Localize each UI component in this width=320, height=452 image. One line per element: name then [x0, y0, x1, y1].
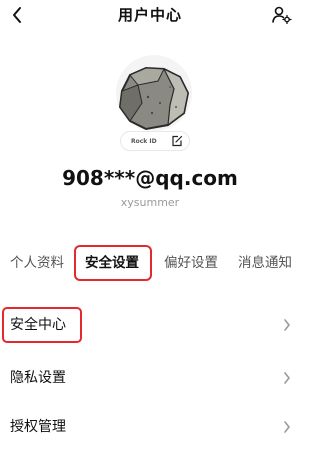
active-tab-highlight: [74, 245, 152, 281]
tab-profile[interactable]: 个人资料: [10, 248, 64, 278]
row-authorization-management[interactable]: 授权管理: [0, 402, 300, 452]
edit-icon[interactable]: [171, 135, 183, 147]
rock-id-label: Rock ID: [131, 137, 157, 145]
avatar[interactable]: Rock ID: [108, 55, 196, 155]
row-privacy-settings[interactable]: 隐私设置: [0, 353, 300, 403]
row-label: 隐私设置: [10, 370, 66, 386]
row-label: 授权管理: [10, 419, 66, 435]
rock-avatar-icon: [118, 66, 190, 131]
chevron-right-icon: [284, 372, 290, 384]
account-nickname: xysummer: [120, 196, 180, 209]
chevron-right-icon: [284, 421, 290, 433]
account-email: 908***@qq.com: [62, 166, 238, 190]
tab-notifications[interactable]: 消息通知: [238, 248, 292, 278]
page-title: 用户中心: [117, 6, 182, 24]
chevron-right-icon: [284, 319, 290, 331]
top-bar: 用户中心: [0, 0, 300, 30]
row-highlight: [2, 307, 82, 343]
rock-id-badge: Rock ID: [120, 131, 190, 151]
user-settings-icon: [272, 6, 292, 24]
tab-preferences[interactable]: 偏好设置: [164, 248, 218, 278]
user-settings-button[interactable]: [270, 3, 294, 27]
